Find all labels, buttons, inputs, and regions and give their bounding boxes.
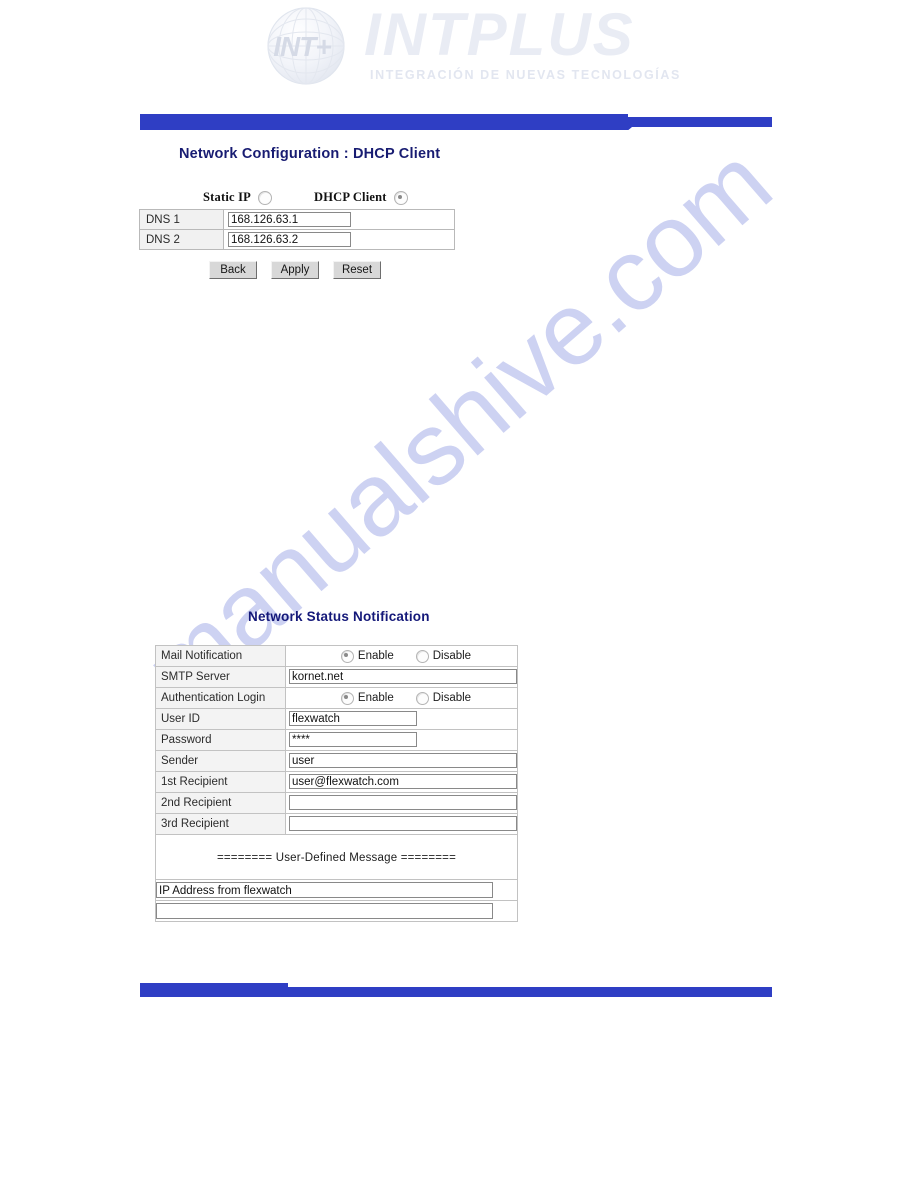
smtp-server-input[interactable]: kornet.net [289,669,517,685]
radio-label-mail-enable: Enable [357,650,394,662]
mail-notification-enable[interactable]: Enable [340,649,394,663]
radio-dhcp-client[interactable] [393,190,408,205]
table-row: 1st Recipient user@flexwatch.com [155,771,518,793]
radio-static-ip[interactable] [257,190,272,205]
logo-tagline: INTEGRACIÓN DE NUEVAS TECNOLOGÍAS [370,68,681,82]
row-value-smtp-server: kornet.net [285,666,518,688]
table-row: Sender user [155,750,518,772]
radio-label-mail-disable: Disable [432,650,472,662]
header-logo: INT+ INTPLUS INTEGRACIÓN DE NUEVAS TECNO… [238,1,681,90]
table-row: Password **** [155,729,518,751]
dns-2-cell: 168.126.63.2 [223,229,455,250]
mail-notification-disable[interactable]: Disable [415,649,472,663]
row-label-2nd-recipient: 2nd Recipient [155,792,286,814]
table-row: 3rd Recipient [155,813,518,835]
table-row: SMTP Server kornet.net [155,666,518,688]
top-divider-bar [0,110,918,132]
watermark-layer: manualshive.com [0,0,918,1188]
dns-2-label: DNS 2 [139,229,224,250]
table-row: IP Address from flexwatch [155,879,518,901]
user-id-input[interactable]: flexwatch [289,711,417,727]
bottom-divider-bar [0,982,918,1002]
message-line-2-input[interactable] [156,902,493,919]
apply-button[interactable]: Apply [271,261,319,279]
row-value-1st-recipient: user@flexwatch.com [285,771,518,793]
row-value-mail-notification: Enable Disable [285,645,518,667]
table-row: Mail Notification Enable Disable [155,645,518,667]
row-value-password: **** [285,729,518,751]
row-label-sender: Sender [155,750,286,772]
table-row [155,900,518,922]
dns-1-label: DNS 1 [139,209,224,230]
table-row: DNS 1 168.126.63.1 [139,209,455,230]
radio-mail-disable[interactable] [415,649,429,663]
globe-icon: INT+ [267,7,345,85]
message-line-2-cell [155,900,518,922]
table-row: User ID flexwatch [155,708,518,730]
table-row: Authentication Login Enable Disable [155,687,518,709]
user-defined-message-header-row: ======== User-Defined Message ======== [155,834,518,880]
row-label-mail-notification: Mail Notification [155,645,286,667]
row-label-password: Password [155,729,286,751]
user-defined-message-header: ======== User-Defined Message ======== [216,852,457,864]
svg-text:INT+: INT+ [273,31,331,62]
radio-auth-disable[interactable] [415,691,429,705]
auth-login-enable[interactable]: Enable [340,691,394,705]
message-line-1-cell: IP Address from flexwatch [155,879,518,901]
radio-label-auth-enable: Enable [357,692,394,704]
first-recipient-input[interactable]: user@flexwatch.com [289,774,517,790]
row-value-3rd-recipient [285,813,518,835]
table-row: DNS 2 168.126.63.2 [139,229,455,250]
row-value-sender: user [285,750,518,772]
radio-mail-enable[interactable] [340,649,354,663]
mode-label-dhcp-client: DHCP Client [313,190,387,204]
row-value-user-id: flexwatch [285,708,518,730]
sender-input[interactable]: user [289,753,517,769]
row-label-authentication-login: Authentication Login [155,687,286,709]
reset-button[interactable]: Reset [333,261,381,279]
ip-mode-radio-group: Static IP DHCP Client [203,190,408,205]
dns-2-input[interactable]: 168.126.63.2 [228,231,351,247]
notification-table: Mail Notification Enable Disable SMTP Se… [155,645,518,922]
row-value-2nd-recipient [285,792,518,814]
mode-label-static-ip: Static IP [203,190,251,204]
mode-option-static-ip[interactable]: Static IP [203,190,272,205]
dns-1-input[interactable]: 168.126.63.1 [228,211,351,227]
row-label-1st-recipient: 1st Recipient [155,771,286,793]
row-label-user-id: User ID [155,708,286,730]
table-row: 2nd Recipient [155,792,518,814]
radio-label-auth-disable: Disable [432,692,472,704]
password-input[interactable]: **** [289,732,417,748]
user-defined-message-header-cell: ======== User-Defined Message ======== [155,834,518,880]
row-label-3rd-recipient: 3rd Recipient [155,813,286,835]
message-line-1-input[interactable]: IP Address from flexwatch [156,881,493,898]
logo-wordmark: INTPLUS [364,1,635,68]
mode-option-dhcp-client[interactable]: DHCP Client [314,190,408,205]
dns-1-cell: 168.126.63.1 [223,209,455,230]
dns-table: DNS 1 168.126.63.1 DNS 2 168.126.63.2 [139,209,455,250]
auth-login-disable[interactable]: Disable [415,691,472,705]
page-title-network-status-notification: Network Status Notification [248,609,430,624]
third-recipient-input[interactable] [289,816,517,832]
page-title-network-configuration: Network Configuration : DHCP Client [179,146,441,162]
row-value-authentication-login: Enable Disable [285,687,518,709]
radio-auth-enable[interactable] [340,691,354,705]
second-recipient-input[interactable] [289,795,517,811]
form-button-row: Back Apply Reset [209,261,381,279]
row-label-smtp-server: SMTP Server [155,666,286,688]
back-button[interactable]: Back [209,261,257,279]
